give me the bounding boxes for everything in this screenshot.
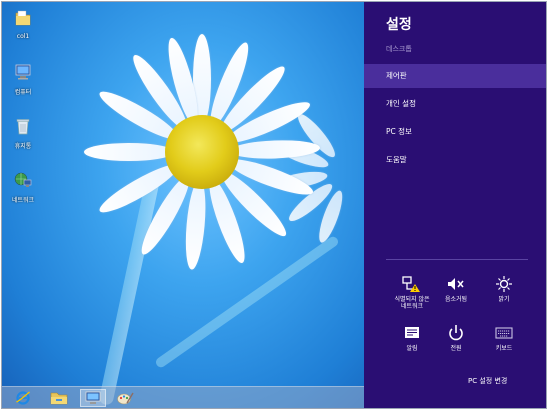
- taskbar: [2, 386, 364, 408]
- charm-title: 설정: [386, 17, 412, 33]
- remote-desktop-icon: [85, 391, 101, 404]
- recycle-bin-icon: [16, 119, 30, 135]
- quick-brightness-label: 밝기: [498, 296, 510, 303]
- file-explorer-icon: [50, 392, 68, 405]
- computer-icon: [15, 64, 31, 80]
- desktop-icon-computer[interactable]: 컴퓨터: [6, 62, 40, 96]
- taskbar-paint[interactable]: [112, 389, 138, 407]
- quick-power-button[interactable]: 전원: [430, 324, 482, 352]
- charm-subtitle: 데스크톱: [386, 45, 412, 53]
- volume-muted-icon: [448, 278, 464, 290]
- flower-stem: [98, 178, 160, 406]
- quick-volume-button[interactable]: 음소거됨: [430, 275, 482, 303]
- taskbar-file-explorer[interactable]: [46, 389, 72, 407]
- paint-icon: [117, 392, 134, 405]
- desktop[interactable]: col1 컴퓨터 휴지통 네트워크: [2, 2, 364, 408]
- desktop-icon-folder[interactable]: col1: [6, 8, 40, 40]
- settings-charm: 설정 데스크톱 제어판 개인 설정 PC 정보 도움말 식별되지 않은 네트워크: [364, 2, 546, 408]
- internet-explorer-icon: [16, 391, 30, 405]
- desktop-icon-label: 컴퓨터: [14, 89, 32, 96]
- quick-volume-label: 음소거됨: [444, 296, 468, 303]
- desktop-icon-label: 휴지통: [14, 143, 32, 150]
- menu-item-label: 제어판: [386, 71, 407, 80]
- menu-item-label: 개인 설정: [386, 99, 416, 108]
- quick-power-label: 전원: [450, 345, 462, 352]
- network-icon: [14, 172, 32, 187]
- quick-brightness-button[interactable]: 밝기: [478, 275, 530, 303]
- brightness-icon: [496, 276, 512, 292]
- quick-keyboard-label: 키보드: [495, 345, 513, 352]
- desktop-icon-label: col1: [16, 33, 30, 40]
- menu-item-label: 도움말: [386, 155, 407, 164]
- desktop-icon-label: 네트워크: [11, 197, 35, 204]
- change-pc-settings-link[interactable]: PC 설정 변경: [468, 376, 507, 386]
- folder-icon: [15, 10, 31, 26]
- menu-item-personalization[interactable]: 개인 설정: [364, 92, 546, 116]
- menu-item-control-panel[interactable]: 제어판: [364, 64, 546, 88]
- keyboard-icon: [495, 327, 513, 339]
- screen-frame: col1 컴퓨터 휴지통 네트워크 설정 데스크톱 제어판 개인 설정 PC 정…: [1, 1, 547, 409]
- taskbar-internet-explorer[interactable]: [10, 389, 36, 407]
- notifications-icon: [405, 327, 419, 338]
- flower-stem-2: [154, 234, 340, 370]
- menu-item-help[interactable]: 도움말: [364, 148, 546, 172]
- quick-keyboard-button[interactable]: 키보드: [478, 324, 530, 352]
- power-icon: [449, 325, 463, 341]
- divider: [386, 259, 528, 260]
- network-warning-icon: [402, 276, 420, 292]
- taskbar-remote-desktop[interactable]: [80, 389, 106, 407]
- desktop-icon-recycle-bin[interactable]: 휴지통: [6, 116, 40, 150]
- menu-item-pc-info[interactable]: PC 정보: [364, 120, 546, 144]
- menu-item-label: PC 정보: [386, 127, 412, 136]
- desktop-icon-network[interactable]: 네트워크: [6, 170, 40, 204]
